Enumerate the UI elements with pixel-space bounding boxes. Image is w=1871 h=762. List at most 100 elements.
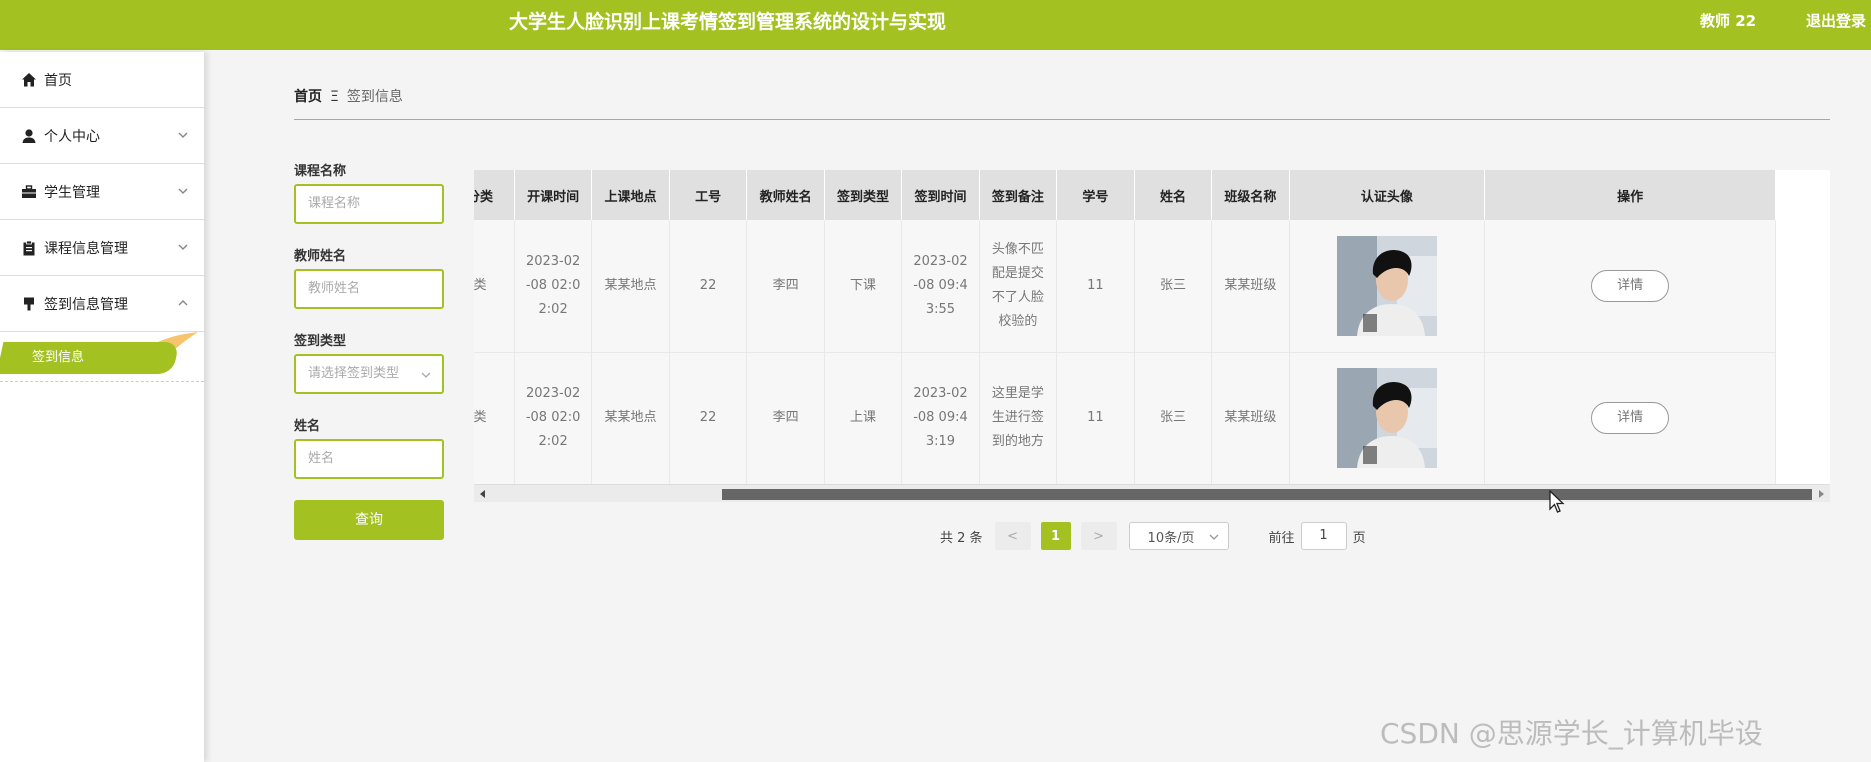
column-header: 签到备注 bbox=[979, 170, 1058, 220]
cell-avatar bbox=[1289, 220, 1486, 353]
goto-label: 前往 bbox=[1268, 530, 1295, 546]
name-label: 姓名 bbox=[294, 419, 321, 434]
sidebar-item-courses[interactable]: 课程信息管理 bbox=[0, 220, 204, 276]
cell-action: 详情 bbox=[1484, 220, 1776, 353]
chevron-down-icon bbox=[178, 132, 188, 138]
chevron-down-icon bbox=[1209, 534, 1219, 540]
cell-teacher: 李四 bbox=[746, 220, 825, 353]
scroll-right-arrow-icon[interactable] bbox=[1819, 490, 1824, 498]
watermark: CSDN @思源学长_计算机毕设 bbox=[1380, 717, 1763, 750]
cell-staff-id: 22 bbox=[669, 352, 748, 485]
breadcrumb-divider bbox=[294, 119, 1830, 120]
top-bar: 大学生人脸识别上课考情签到管理系统的设计与实现 教师 22 退出登录 bbox=[0, 0, 1871, 50]
cell-category: 外语类 bbox=[474, 352, 515, 485]
cell-start-time: 2023-02-08 02:02:02 bbox=[514, 220, 593, 353]
detail-button[interactable]: 详情 bbox=[1591, 402, 1670, 434]
page-size-select[interactable]: 10条/页 bbox=[1128, 522, 1229, 550]
breadcrumb: 首页 Ξ 签到信息 bbox=[294, 86, 403, 106]
column-header: 签到类型 bbox=[824, 170, 903, 220]
type-label: 签到类型 bbox=[294, 334, 347, 349]
cell-staff-id: 22 bbox=[669, 220, 748, 353]
cell-place: 某某地点 bbox=[591, 352, 670, 485]
search-button[interactable]: 查询 bbox=[294, 500, 444, 540]
chevron-down-icon bbox=[178, 188, 188, 194]
total-count: 共 2 条 bbox=[940, 530, 983, 546]
user-icon bbox=[20, 127, 38, 145]
pagination: 共 2 条 < 1 > 10条/页 前往 1 页 bbox=[940, 522, 1366, 550]
brush-icon bbox=[20, 295, 38, 313]
sidebar-item-label: 个人中心 bbox=[44, 128, 100, 145]
page-suffix: 页 bbox=[1352, 530, 1366, 546]
course-name-input[interactable]: 课程名称 bbox=[294, 184, 444, 224]
prev-page-button[interactable]: < bbox=[994, 522, 1031, 550]
chevron-down-icon bbox=[421, 372, 431, 378]
column-header: 班级名称 bbox=[1211, 170, 1290, 220]
avatar-image[interactable] bbox=[1336, 235, 1437, 336]
cell-type: 下课 bbox=[824, 220, 903, 353]
chevron-down-icon bbox=[178, 244, 188, 250]
column-header: 开课时间 bbox=[514, 170, 593, 220]
clipboard-icon bbox=[20, 239, 38, 257]
app-title: 大学生人脸识别上课考情签到管理系统的设计与实现 bbox=[508, 11, 946, 33]
cell-avatar bbox=[1289, 352, 1486, 485]
breadcrumb-separator: Ξ bbox=[330, 89, 339, 105]
cell-start-time: 2023-02-08 02:02:02 bbox=[514, 352, 593, 485]
column-header: 签到时间 bbox=[901, 170, 980, 220]
student-name-input[interactable]: 姓名 bbox=[294, 439, 444, 479]
briefcase-icon bbox=[20, 183, 38, 201]
logout-button[interactable]: 退出登录 bbox=[1806, 0, 1866, 42]
sidebar-item-label: 学生管理 bbox=[44, 184, 100, 201]
cell-type: 上课 bbox=[824, 352, 903, 485]
cell-signin-time: 2023-02-08 09:43:19 bbox=[901, 352, 980, 485]
breadcrumb-home[interactable]: 首页 bbox=[294, 89, 322, 105]
chevron-up-icon bbox=[178, 300, 188, 306]
column-header: 姓名 bbox=[1134, 170, 1213, 220]
cell-note: 这里是学生进行签到的地方 bbox=[979, 352, 1058, 485]
sidebar: 首页 个人中心 学生管理 课程信息管理 签到信息管理 签到信息 bbox=[0, 52, 204, 762]
cell-category: 外语类 bbox=[474, 220, 515, 353]
cell-class: 某某班级 bbox=[1211, 352, 1290, 485]
column-header: 工号 bbox=[669, 170, 748, 220]
table-header-row: 课程分类 开课时间 上课地点 工号 教师姓名 签到类型 签到时间 签到备注 学号… bbox=[474, 170, 1776, 220]
cell-name: 张三 bbox=[1134, 220, 1213, 353]
table-row: 外语类 2023-02-08 02:02:02 某某地点 22 李四 下课 20… bbox=[474, 220, 1776, 353]
column-header: 上课地点 bbox=[591, 170, 670, 220]
scroll-left-arrow-icon[interactable] bbox=[480, 490, 485, 498]
horizontal-scrollbar[interactable] bbox=[474, 484, 1830, 502]
submenu: 签到信息 bbox=[0, 332, 204, 382]
teacher-label: 教师姓名 bbox=[294, 249, 347, 264]
sidebar-item-label: 签到信息管理 bbox=[44, 296, 128, 313]
cell-student-no: 11 bbox=[1056, 220, 1135, 353]
table-row: 外语类 2023-02-08 02:02:02 某某地点 22 李四 上课 20… bbox=[474, 352, 1776, 485]
next-page-button[interactable]: > bbox=[1080, 522, 1117, 550]
breadcrumb-current: 签到信息 bbox=[346, 89, 403, 105]
cell-action: 详情 bbox=[1484, 352, 1776, 485]
cell-name: 张三 bbox=[1134, 352, 1213, 485]
home-icon bbox=[20, 71, 38, 89]
sidebar-subitem-signin-info[interactable]: 签到信息 bbox=[0, 342, 180, 374]
page-number-current[interactable]: 1 bbox=[1040, 522, 1071, 550]
course-label: 课程名称 bbox=[294, 164, 347, 179]
column-header: 操作 bbox=[1484, 170, 1776, 220]
sidebar-item-label: 课程信息管理 bbox=[44, 240, 128, 257]
signin-type-select[interactable]: 请选择签到类型 bbox=[294, 354, 444, 394]
column-header: 课程分类 bbox=[474, 170, 515, 220]
cell-class: 某某班级 bbox=[1211, 220, 1290, 353]
avatar-image[interactable] bbox=[1336, 368, 1437, 468]
sidebar-item-profile[interactable]: 个人中心 bbox=[0, 108, 204, 164]
detail-button[interactable]: 详情 bbox=[1591, 269, 1670, 302]
cell-place: 某某地点 bbox=[591, 220, 670, 353]
sidebar-item-home[interactable]: 首页 bbox=[0, 52, 204, 108]
sidebar-item-label: 首页 bbox=[44, 72, 72, 89]
cell-student-no: 11 bbox=[1056, 352, 1135, 485]
sidebar-item-signin[interactable]: 签到信息管理 bbox=[0, 276, 204, 332]
data-table: 课程分类 开课时间 上课地点 工号 教师姓名 签到类型 签到时间 签到备注 学号… bbox=[474, 170, 1830, 502]
sidebar-item-students[interactable]: 学生管理 bbox=[0, 164, 204, 220]
user-label: 教师 22 bbox=[1700, 12, 1757, 30]
column-header: 教师姓名 bbox=[746, 170, 825, 220]
mouse-cursor-icon bbox=[1549, 490, 1565, 513]
scrollbar-thumb[interactable] bbox=[722, 489, 1812, 500]
teacher-name-input[interactable]: 教师姓名 bbox=[294, 269, 444, 309]
page-jump-input[interactable]: 1 bbox=[1300, 522, 1347, 550]
column-header: 认证头像 bbox=[1289, 170, 1486, 220]
